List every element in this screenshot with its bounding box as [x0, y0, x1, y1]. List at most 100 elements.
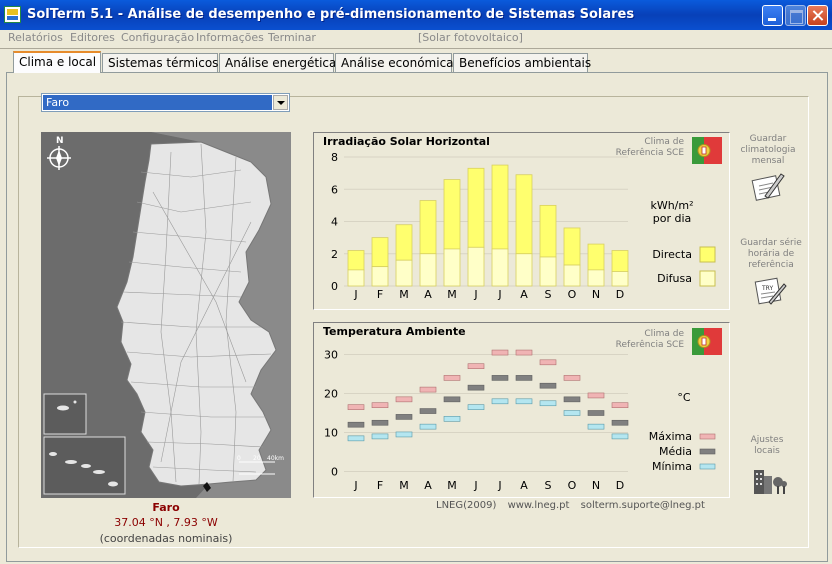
- irradiation-bar-directa: [539, 204, 557, 258]
- temperature-mark-minima: [515, 398, 533, 405]
- temperature-mark-maxima: [419, 386, 437, 393]
- temperature-mark-maxima: [587, 392, 605, 399]
- temperature-xtick-5: J: [473, 479, 477, 492]
- local-adjust-label[interactable]: Ajustes locais: [727, 435, 807, 457]
- irradiation-bar-directa: [395, 224, 413, 261]
- temperature-ytick-3: 30: [324, 349, 338, 362]
- menu-informacoes[interactable]: Informações: [196, 31, 264, 44]
- footer-email[interactable]: solterm.suporte@lneg.pt: [581, 500, 705, 511]
- temperature-mark-minima: [419, 423, 437, 430]
- scale-label-20: 20: [253, 455, 261, 462]
- svg-text:TRY: TRY: [761, 285, 773, 292]
- irradiation-bar-difusa: [347, 269, 365, 287]
- temperature-xtick-7: A: [520, 479, 528, 492]
- location-coords: 37.04 °N , 7.93 °W: [114, 516, 218, 529]
- temperature-xtick-10: N: [592, 479, 600, 492]
- irradiation-xtick-5: J: [473, 288, 477, 301]
- temperature-mark-minima: [587, 423, 605, 430]
- legend-directa-label: Directa: [652, 248, 692, 261]
- temperature-xtick-8: S: [545, 479, 552, 492]
- temperature-mark-media: [395, 414, 413, 420]
- irradiation-xtick-9: O: [568, 288, 577, 301]
- north-label: N: [56, 136, 64, 146]
- footer-website[interactable]: www.lneg.pt: [508, 500, 570, 511]
- temperature-mark-media: [611, 419, 629, 426]
- temperature-mark-minima: [395, 431, 413, 438]
- location-coords-note: (coordenadas nominais): [99, 532, 233, 545]
- context-label: [Solar fotovoltaico]: [418, 31, 523, 44]
- tab-beneficios-ambientais[interactable]: Benefícios ambientais: [453, 53, 591, 72]
- irradiation-xtick-6: J: [497, 288, 501, 301]
- irradiation-bar-directa: [419, 200, 437, 255]
- temperature-xtick-0: J: [353, 479, 357, 492]
- legend-maxima-label: Máxima: [649, 430, 692, 443]
- temperature-mark-media: [515, 375, 533, 381]
- tab-analise-economica[interactable]: Análise económica: [335, 53, 454, 72]
- temperature-xtick-1: F: [377, 479, 383, 492]
- irradiation-bar-difusa: [491, 248, 509, 287]
- temperature-ytick-2: 20: [324, 388, 338, 401]
- chevron-down-icon[interactable]: [273, 95, 288, 110]
- irradiation-bar-difusa: [371, 266, 389, 287]
- save-monthly-label[interactable]: Guardar climatologia mensal: [728, 134, 808, 167]
- save-hourly-label[interactable]: Guardar série horária de referência: [731, 238, 811, 271]
- maximize-button[interactable]: [785, 5, 806, 26]
- temperature-mark-minima: [539, 400, 557, 407]
- irradiation-bar-directa: [467, 167, 485, 248]
- temperature-mark-media: [587, 410, 605, 416]
- menu-editores[interactable]: Editores: [70, 31, 115, 44]
- irradiation-xtick-7: A: [520, 288, 528, 301]
- irradiation-ytick-3: 6: [331, 183, 338, 196]
- temperature-mark-minima: [371, 433, 389, 440]
- menu-divider: [0, 48, 832, 49]
- legend-minima-label: Mínima: [652, 460, 692, 473]
- irradiation-bar-directa: [371, 237, 389, 268]
- irradiation-xtick-11: D: [616, 288, 624, 301]
- temperature-mark-maxima: [611, 402, 629, 408]
- legend-minima-swatch: [699, 463, 716, 470]
- menu-relatorios[interactable]: Relatórios: [8, 31, 63, 44]
- temperature-mark-media: [563, 396, 581, 403]
- minimize-button[interactable]: [762, 5, 783, 26]
- irradiation-bar-directa: [563, 227, 581, 266]
- temperature-mark-maxima: [515, 349, 533, 356]
- irradiation-bar-difusa: [467, 246, 485, 287]
- footer-source: LNEG(2009): [436, 500, 497, 511]
- temperature-mark-maxima: [563, 375, 581, 381]
- irradiation-xtick-0: J: [353, 288, 357, 301]
- irradiation-unit-label: por dia: [653, 212, 692, 225]
- local-adjust-button[interactable]: [752, 464, 788, 496]
- temperature-mark-minima: [347, 435, 365, 442]
- location-map[interactable]: N 0 20 40km: [41, 132, 291, 498]
- close-button[interactable]: [807, 5, 828, 26]
- temperature-mark-minima: [611, 433, 629, 440]
- menu-terminar[interactable]: Terminar: [268, 31, 316, 44]
- legend-difusa-label: Difusa: [657, 272, 692, 285]
- irradiation-bar-directa: [491, 164, 509, 250]
- tab-analise-energetica[interactable]: Análise energética: [219, 53, 336, 72]
- irradiation-bar-difusa: [419, 253, 437, 287]
- temperature-mark-maxima: [347, 404, 365, 410]
- irradiation-bar-difusa: [515, 253, 533, 287]
- title-bar: SolTerm 5.1 - Análise de desempenho e pr…: [0, 0, 832, 30]
- irradiation-bar-difusa: [443, 248, 461, 287]
- legend-media-swatch: [699, 448, 716, 455]
- irradiation-xtick-3: A: [424, 288, 432, 301]
- temperature-xtick-9: O: [568, 479, 577, 492]
- temperature-xtick-4: M: [447, 479, 457, 492]
- temperature-xtick-3: A: [424, 479, 432, 492]
- tab-clima-e-local[interactable]: Clima e local: [13, 51, 101, 73]
- save-monthly-button[interactable]: [751, 170, 785, 202]
- irradiation-unit-label: kWh/m²: [650, 199, 693, 212]
- temperature-mark-maxima: [371, 402, 389, 408]
- temperature-xtick-2: M: [399, 479, 409, 492]
- save-hourly-button[interactable]: TRY: [753, 276, 787, 306]
- irradiation-chart: 0 2 4 6 8 J F M A M J J A S O N DkWh/m²por dia Directa Dif…: [331, 151, 716, 301]
- irradiation-xtick-10: N: [592, 288, 600, 301]
- tab-sistemas-termicos[interactable]: Sistemas térmicos: [102, 53, 218, 72]
- temperature-unit-label: °C: [677, 391, 691, 404]
- location-select[interactable]: Faro: [41, 93, 290, 112]
- scale-label-0: 0: [237, 455, 241, 462]
- portugal-map-graphic: N 0 20 40km: [43, 132, 291, 498]
- menu-configuracao[interactable]: Configuração: [121, 31, 194, 44]
